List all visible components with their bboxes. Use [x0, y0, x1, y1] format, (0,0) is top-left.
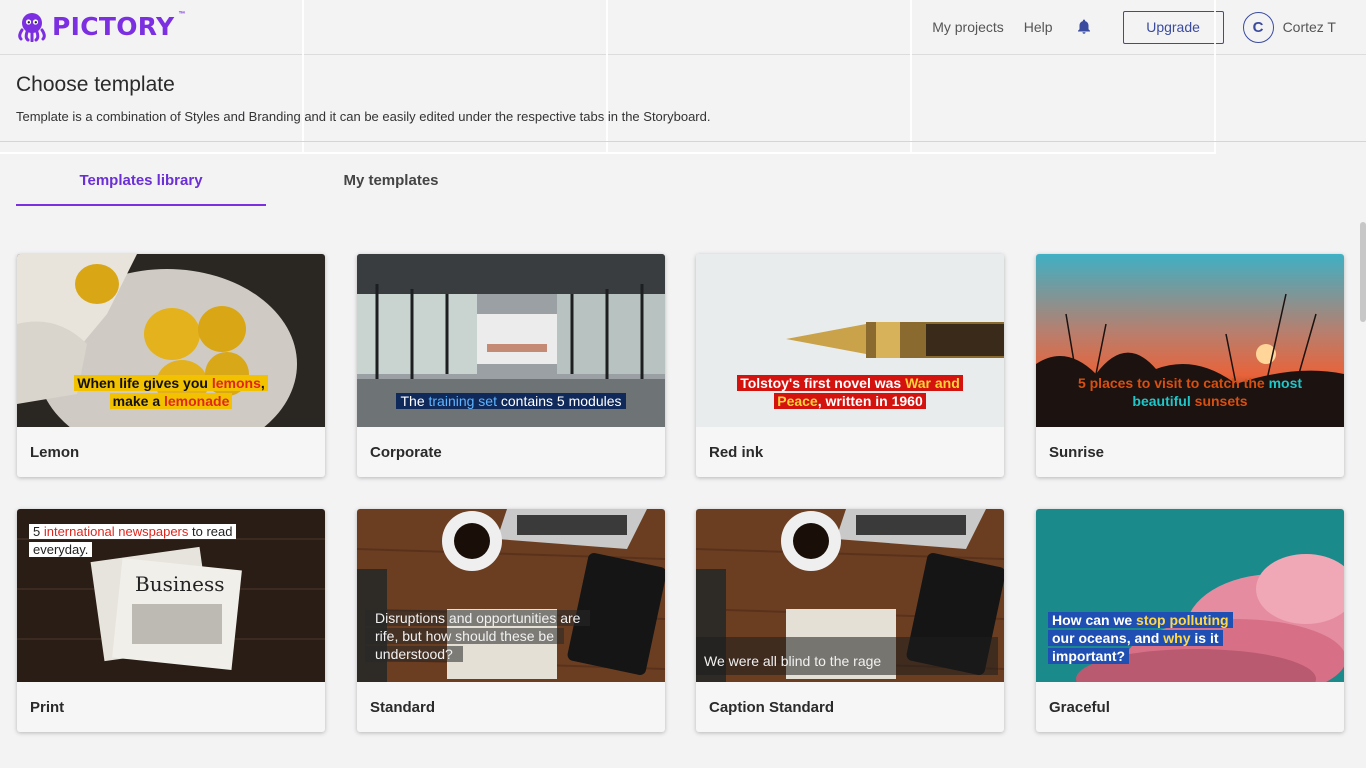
template-caption: 5 international newspapers to read every… — [29, 523, 237, 559]
template-card-standard[interactable]: Disruptions and opportunities are rife, … — [357, 509, 665, 732]
trademark: ™ — [178, 10, 186, 18]
page-header: Choose template Template is a combinatio… — [16, 73, 710, 124]
nav-help[interactable]: Help — [1024, 19, 1053, 35]
template-card-corporate[interactable]: The training set contains 5 modules Corp… — [357, 254, 665, 477]
caption-text: We were all blind to the rage — [704, 653, 882, 669]
caption-text: everyday. — [33, 542, 89, 557]
caption-highlight: why — [1163, 630, 1191, 646]
caption-text: our oceans, and — [1052, 630, 1164, 646]
caption-text: important? — [1048, 648, 1130, 664]
caption-text: make a — [112, 393, 164, 409]
octopus-logo-icon — [18, 13, 46, 42]
layout-guide — [1214, 0, 1216, 153]
template-caption: Disruptions and opportunities are rife, … — [365, 609, 615, 663]
template-name: Caption Standard — [709, 699, 835, 716]
tab-label: Templates library — [79, 172, 203, 189]
template-name: Red ink — [709, 444, 764, 461]
template-card-caption-standard[interactable]: We were all blind to the rage Caption St… — [696, 509, 1004, 732]
template-card-lemon[interactable]: When life gives you lemons, make a lemon… — [17, 254, 325, 477]
template-thumbnail: Tolstoy's first novel was War and Peace,… — [696, 254, 1004, 427]
nav-my-projects[interactable]: My projects — [932, 19, 1004, 35]
user-name[interactable]: Cortez T — [1283, 19, 1336, 35]
upgrade-button[interactable]: Upgrade — [1122, 10, 1224, 44]
bell-icon[interactable] — [1075, 18, 1093, 36]
caption-highlight: stop polluting — [1136, 612, 1229, 628]
layout-guide — [0, 152, 1216, 154]
tab-templates-library[interactable]: Templates library — [16, 166, 266, 206]
caption-highlight: training set — [428, 393, 497, 409]
caption-text: contains 5 modules — [496, 393, 622, 409]
caption-text: Tolstoy's first novel was — [740, 375, 906, 391]
template-card-red-ink[interactable]: Tolstoy's first novel was War and Peace,… — [696, 254, 1004, 477]
caption-highlight: War and — [905, 375, 960, 391]
caption-highlight: beautiful — [1132, 393, 1191, 409]
scrollbar[interactable] — [1360, 222, 1366, 322]
template-card-graceful[interactable]: How can we stop polluting our oceans, an… — [1036, 509, 1344, 732]
caption-highlight: lemons — [211, 375, 261, 391]
caption-text: to read — [188, 524, 233, 539]
template-caption: 5 places to visit to catch the most beau… — [1056, 374, 1324, 410]
template-card-sunrise[interactable]: 5 places to visit to catch the most beau… — [1036, 254, 1344, 477]
caption-highlight: Peace — [777, 393, 818, 409]
template-name: Print — [30, 699, 65, 716]
template-caption: When life gives you lemons, make a lemon… — [65, 374, 277, 410]
caption-highlight: lemonade — [164, 393, 230, 409]
caption-text: When life gives you — [77, 375, 212, 391]
caption-text: The — [400, 393, 429, 409]
caption-text: sunsets — [1190, 393, 1248, 409]
caption-highlight: most — [1268, 375, 1303, 391]
caption-text: , written in 1960 — [817, 393, 923, 409]
caption-text: , — [260, 375, 265, 391]
layout-guide — [910, 0, 912, 153]
header-nav: My projects Help Upgrade C Cortez T — [932, 10, 1336, 44]
caption-text: is it — [1190, 630, 1219, 646]
template-name: Corporate — [370, 444, 442, 461]
caption-text: Disruptions and opportunities are — [365, 610, 591, 626]
template-thumbnail: We were all blind to the rage — [696, 509, 1004, 682]
template-name: Graceful — [1049, 699, 1110, 716]
avatar[interactable]: C — [1242, 11, 1274, 43]
caption-text: How can we — [1052, 612, 1137, 628]
template-thumbnail: The training set contains 5 modules — [357, 254, 665, 427]
caption-highlight: international newspapers — [43, 524, 189, 539]
page-description: Template is a combination of Styles and … — [16, 109, 711, 124]
template-thumbnail: 5 places to visit to catch the most beau… — [1036, 254, 1344, 427]
template-thumbnail: Disruptions and opportunities are rife, … — [357, 509, 665, 682]
template-thumbnail: How can we stop polluting our oceans, an… — [1036, 509, 1344, 682]
caption-text: 5 — [33, 524, 44, 539]
page-title: Choose template — [16, 73, 175, 96]
caption-text: rife, but how should these be — [365, 628, 565, 644]
template-card-print[interactable]: Business 5 international newspapers to r… — [17, 509, 325, 732]
template-name: Lemon — [30, 444, 80, 461]
caption-text: understood? — [365, 646, 463, 662]
template-caption: Tolstoy's first novel was War and Peace,… — [720, 374, 980, 410]
template-thumbnail: Business 5 international newspapers to r… — [17, 509, 325, 682]
template-name: Sunrise — [1049, 444, 1105, 461]
tab-label: My templates — [343, 172, 439, 189]
template-thumbnail: When life gives you lemons, make a lemon… — [17, 254, 325, 427]
template-name: Standard — [370, 699, 436, 716]
pictory-logo[interactable]: PICTORY ™ — [16, 10, 185, 42]
header-divider — [0, 141, 1366, 142]
caption-text: 5 places to visit to catch the — [1077, 375, 1269, 391]
tab-my-templates[interactable]: My templates — [266, 166, 516, 206]
template-caption: The training set contains 5 modules — [385, 392, 637, 410]
template-caption: How can we stop polluting our oceans, an… — [1048, 611, 1233, 665]
brand-name: PICTORY — [52, 11, 175, 41]
template-caption: We were all blind to the rage — [704, 652, 881, 670]
top-bar: PICTORY ™ My projects Help Upgrade C Cor… — [0, 0, 1366, 55]
svg-text:Business: Business — [135, 572, 224, 596]
